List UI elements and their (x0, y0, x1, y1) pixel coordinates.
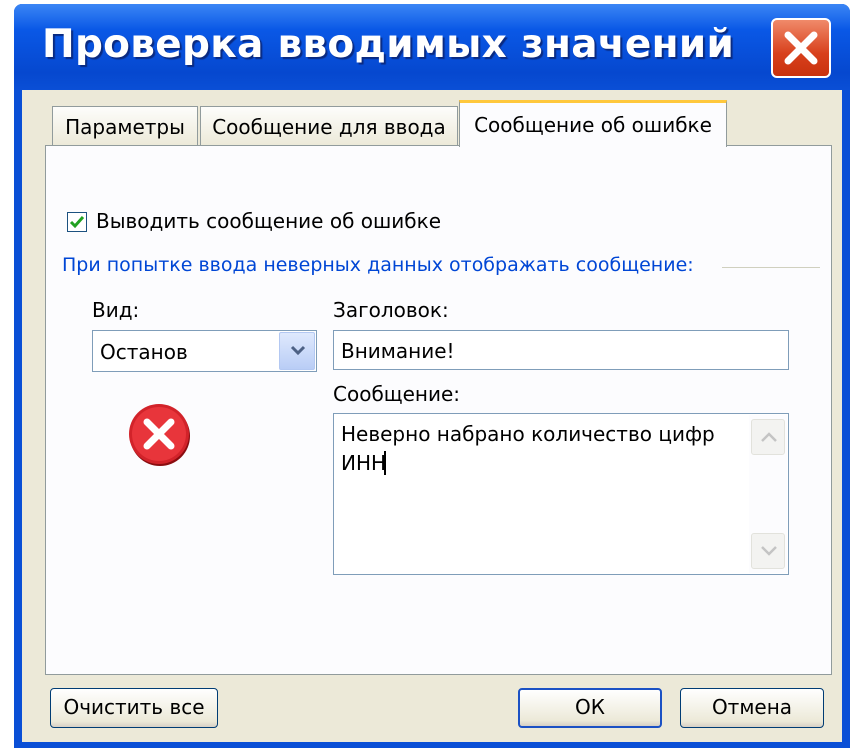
close-button[interactable] (771, 18, 831, 78)
dialog-title: Проверка вводимых значений (42, 22, 735, 67)
message-field-label: Сообщение: (333, 382, 461, 406)
ok-button[interactable]: ОК (518, 688, 662, 728)
dialog-window: Проверка вводимых значений Параметры Соо… (14, 4, 850, 748)
cancel-button[interactable]: Отмена (680, 688, 824, 728)
dialog-body: Параметры Сообщение для ввода Сообщение … (22, 90, 842, 742)
style-select[interactable]: Останов (92, 330, 317, 372)
group-divider (722, 267, 820, 268)
tab-error-message[interactable]: Сообщение об ошибке (459, 100, 727, 147)
clear-all-button[interactable]: Очистить все (50, 688, 218, 728)
message-text: Неверно набрано количество цифр ИНН (341, 422, 715, 475)
title-field-label: Заголовок: (333, 298, 449, 322)
style-label: Вид: (92, 298, 140, 322)
message-textarea[interactable]: Неверно набрано количество цифр ИНН (333, 413, 789, 575)
style-select-value: Останов (100, 340, 188, 364)
message-scrollbar[interactable] (749, 415, 787, 573)
dropdown-button[interactable] (279, 332, 315, 370)
show-error-label[interactable]: Выводить сообщение об ошибке (96, 209, 441, 233)
tab-input-message[interactable]: Сообщение для ввода (200, 106, 458, 146)
scroll-up-button[interactable] (751, 419, 785, 455)
text-cursor (384, 451, 386, 475)
stop-error-icon (127, 402, 193, 472)
tab-parameters[interactable]: Параметры (52, 106, 198, 146)
title-input[interactable]: Внимание! (333, 330, 789, 370)
show-error-checkbox[interactable] (67, 212, 87, 232)
group-label: При попытке ввода неверных данных отобра… (62, 254, 694, 276)
scroll-down-button[interactable] (751, 533, 785, 569)
title-bar[interactable]: Проверка вводимых значений (14, 4, 850, 90)
